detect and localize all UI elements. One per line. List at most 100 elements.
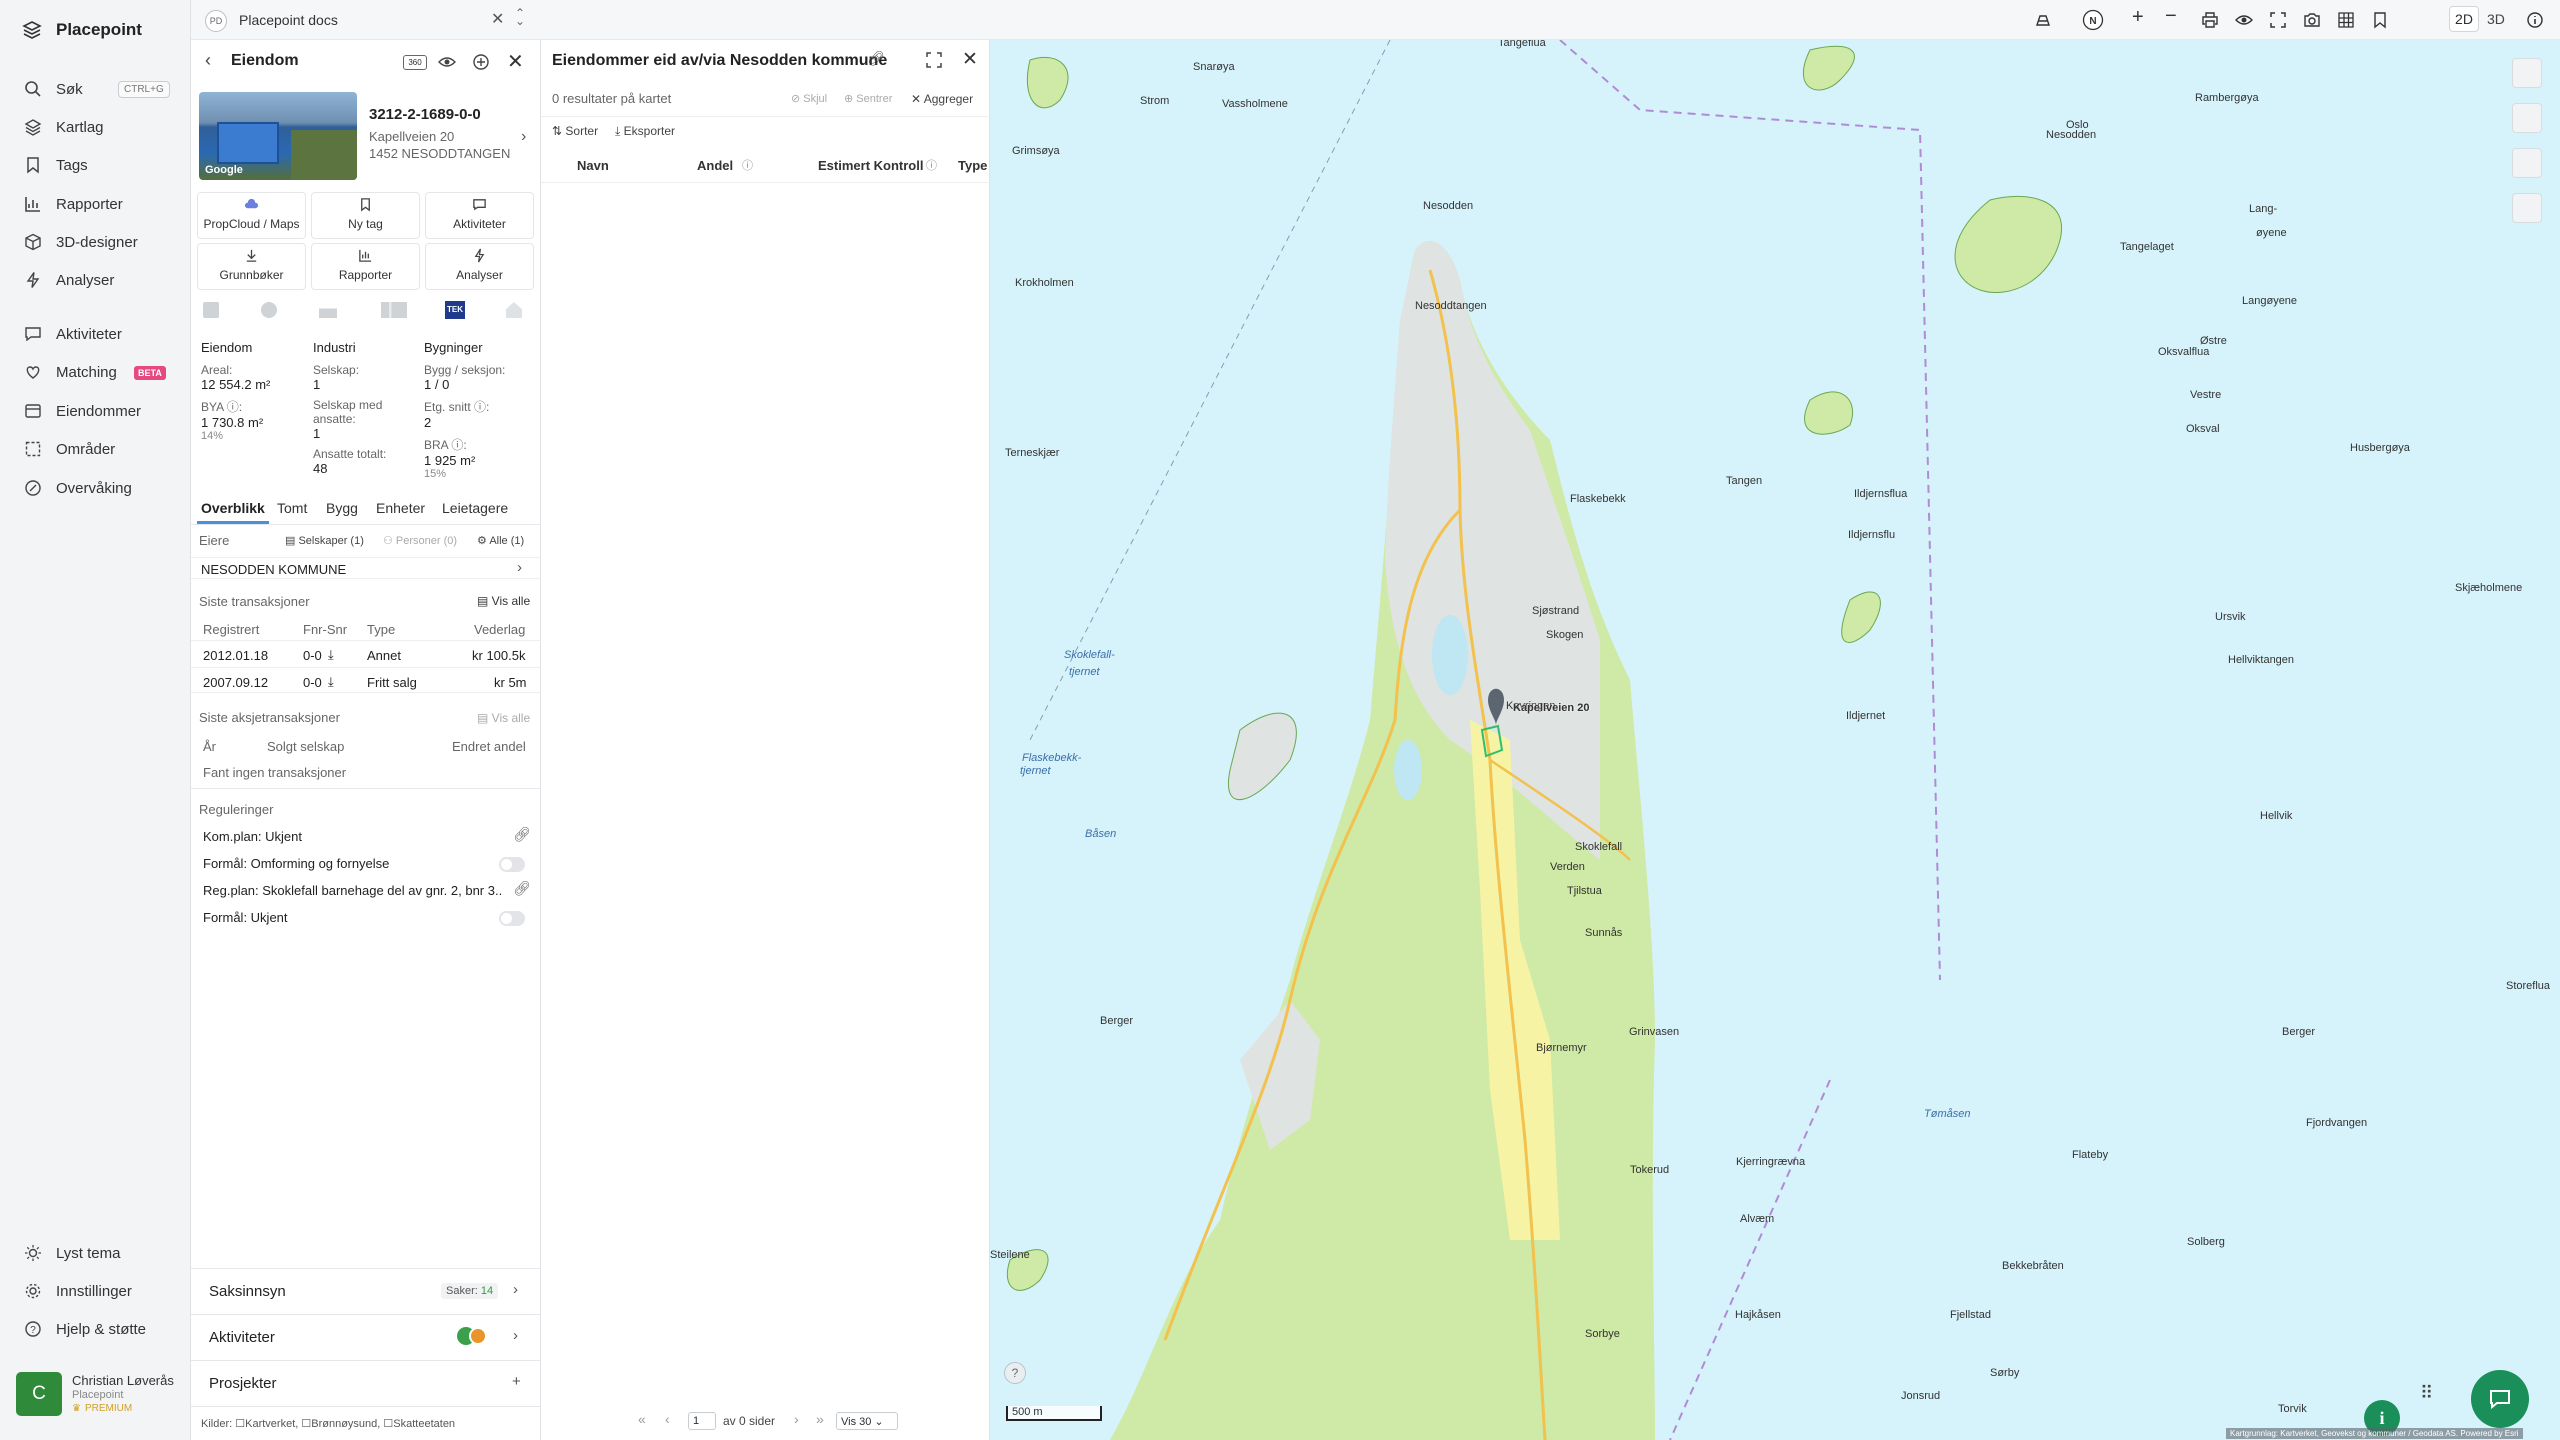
page-input[interactable]: 1	[688, 1412, 716, 1430]
center-button[interactable]: ⊕ Sentrer	[844, 92, 892, 105]
mode-3d-button[interactable]: 3D	[2487, 11, 2505, 27]
close-panel-icon[interactable]: ✕	[507, 49, 524, 74]
formal-toggle-2[interactable]	[499, 911, 525, 926]
info-icon[interactable]: ⓘ	[742, 157, 753, 173]
eye-icon[interactable]	[438, 54, 456, 70]
back-icon[interactable]: ‹	[205, 50, 211, 71]
print-icon[interactable]	[2201, 11, 2219, 29]
source-d-icon[interactable]	[381, 302, 407, 318]
add-circle-icon[interactable]	[472, 53, 490, 71]
elevation-tool-icon[interactable]	[2512, 193, 2542, 223]
tab-bygg[interactable]: Bygg	[326, 500, 358, 516]
sidebar-item-analyser[interactable]: Analyser	[24, 267, 174, 293]
analyses-button[interactable]: Analyser	[425, 243, 534, 290]
source-c-icon[interactable]	[319, 302, 337, 318]
expand-icon[interactable]	[926, 52, 942, 68]
col-navn[interactable]: Navn	[577, 158, 609, 173]
last-page-icon[interactable]: »	[816, 1411, 824, 1427]
col-kontroll[interactable]: Estimert Kontroll	[818, 158, 923, 173]
tab-leietagere[interactable]: Leietagere	[442, 500, 508, 516]
table-row[interactable]: 2012.01.18 0-0 ⤓ Annet kr 100.5k	[191, 640, 541, 666]
fullscreen-icon[interactable]	[2269, 11, 2287, 29]
tab-enheter[interactable]: Enheter	[376, 500, 425, 516]
sort-button[interactable]: ⇅ Sorter	[552, 124, 598, 138]
grid-icon[interactable]	[2337, 11, 2355, 29]
source-link[interactable]: ☐Brønnøysund,	[301, 1418, 380, 1430]
filter-personer[interactable]: ⚇ Personer (0)	[383, 534, 457, 547]
hide-button[interactable]: ⊘ Skjul	[791, 92, 827, 105]
filter-alle[interactable]: ⚙ Alle (1)	[477, 534, 524, 547]
globe-tool-icon[interactable]	[2512, 58, 2542, 88]
propcloud-button[interactable]: PropCloud / Maps	[197, 192, 306, 239]
link-icon[interactable]: 🔗︎	[513, 880, 531, 897]
aktiviteter-accordion[interactable]: Aktiviteter ›	[191, 1314, 541, 1360]
zoom-out-icon[interactable]: −	[2165, 5, 2177, 28]
reports-button[interactable]: Rapporter	[311, 243, 420, 290]
zoom-in-icon[interactable]: +	[2132, 6, 2144, 29]
chat-fab[interactable]	[2471, 1370, 2529, 1428]
col-andel[interactable]: Andel	[697, 158, 733, 173]
export-button[interactable]: ⤓ Eksporter	[615, 124, 675, 139]
saksinnsyn-accordion[interactable]: Saksinnsyn Saker: 14 ›	[191, 1268, 541, 1314]
sidebar-item-3d-designer[interactable]: 3D-designer	[24, 229, 174, 255]
sidebar-item-hjelp[interactable]: ? Hjelp & støtte	[24, 1316, 174, 1342]
user-card[interactable]: C Christian Løverås Placepoint ♛ PREMIUM	[16, 1372, 174, 1416]
filter-selskaper[interactable]: ▤ Selskaper (1)	[285, 534, 364, 547]
sidebar-item-eiendommer[interactable]: Eiendommer	[24, 398, 174, 424]
download-icon[interactable]: ⤓	[328, 647, 334, 663]
formal-toggle-1[interactable]	[499, 857, 525, 872]
close-results-icon[interactable]: ✕	[962, 48, 978, 71]
new-tag-button[interactable]: Ny tag	[311, 192, 420, 239]
table-row[interactable]: 2007.09.12 0-0 ⤓ Fritt salg kr 5m	[191, 667, 541, 693]
bookmark-icon[interactable]	[2371, 11, 2389, 29]
sidebar-item-overvaking[interactable]: Overvåking	[24, 475, 174, 501]
sidebar-item-lyst-tema[interactable]: Lyst tema	[24, 1240, 174, 1266]
doc-tab[interactable]: PD Placepoint docs ✕ ⌃ ⌄	[191, 0, 541, 40]
link-icon[interactable]: 🔗︎	[513, 826, 531, 843]
reorder-icon[interactable]: ⌃ ⌄	[515, 7, 525, 27]
tab-tomt[interactable]: Tomt	[277, 500, 307, 516]
mode-2d-button[interactable]: 2D	[2449, 6, 2479, 32]
compass-icon[interactable]: N	[2082, 9, 2104, 31]
source-link[interactable]: ☐Kartverket,	[235, 1418, 298, 1430]
owner-row[interactable]: NESODDEN KOMMUNE ›	[191, 557, 541, 579]
sidebar-item-rapporter[interactable]: Rapporter	[24, 191, 174, 217]
sidebar-item-aktiviteter[interactable]: Aktiviteter	[24, 321, 174, 347]
col-type[interactable]: Type	[958, 158, 987, 173]
share-tx-show-all[interactable]: ▤ Vis alle	[477, 711, 530, 725]
sidebar-item-tags[interactable]: Tags	[24, 152, 174, 178]
transactions-show-all[interactable]: ▤ Vis alle	[477, 594, 530, 608]
sidebar-item-kartlag[interactable]: Kartlag	[24, 114, 174, 140]
sidebar-item-innstillinger[interactable]: Innstillinger	[24, 1278, 174, 1304]
aggregate-button[interactable]: ✕ Aggreger	[911, 92, 973, 106]
street-view-photo[interactable]: Google	[199, 92, 357, 180]
map-canvas[interactable]: Tangeflua Snarøya Strom Vassholmene Grimsøya…	[990, 40, 2560, 1440]
land-registry-button[interactable]: Grunnbøker	[197, 243, 306, 290]
layers-tool-icon[interactable]	[2512, 103, 2542, 133]
close-doc-icon[interactable]: ✕	[491, 9, 504, 29]
prosjekter-accordion[interactable]: Prosjekter +	[191, 1360, 541, 1406]
sidebar-item-omrader[interactable]: Områder	[24, 436, 174, 462]
download-icon[interactable]: ⤓	[328, 674, 334, 690]
drag-handle-icon[interactable]: ⠿	[2420, 1383, 2433, 1404]
first-page-icon[interactable]: «	[638, 1411, 646, 1427]
source-link[interactable]: ☐Skatteetaten	[383, 1418, 455, 1430]
property-summary[interactable]: 3212-2-1689-0-0 Kapellveien 20 1452 NESO…	[369, 106, 510, 161]
help-icon[interactable]: ?	[1004, 1362, 1026, 1384]
tab-overblikk[interactable]: Overblikk	[201, 500, 265, 516]
info-icon[interactable]	[2526, 11, 2544, 29]
eye-icon[interactable]	[2235, 11, 2253, 29]
activities-button[interactable]: Aktiviteter	[425, 192, 534, 239]
360-view-icon[interactable]: 360	[403, 55, 427, 70]
chart-tool-icon[interactable]	[2512, 148, 2542, 178]
chevron-right-icon[interactable]: ›	[521, 128, 526, 146]
land-icon[interactable]	[2034, 11, 2052, 29]
home-icon[interactable]	[506, 302, 522, 318]
brand[interactable]: Placepoint	[22, 20, 142, 40]
next-page-icon[interactable]: ›	[794, 1411, 799, 1427]
link-icon[interactable]: 🔗︎	[867, 50, 885, 67]
source-a-icon[interactable]	[203, 302, 219, 318]
source-b-icon[interactable]	[261, 302, 277, 318]
tek-badge[interactable]: TEK	[445, 301, 465, 319]
camera-icon[interactable]	[2303, 11, 2321, 29]
